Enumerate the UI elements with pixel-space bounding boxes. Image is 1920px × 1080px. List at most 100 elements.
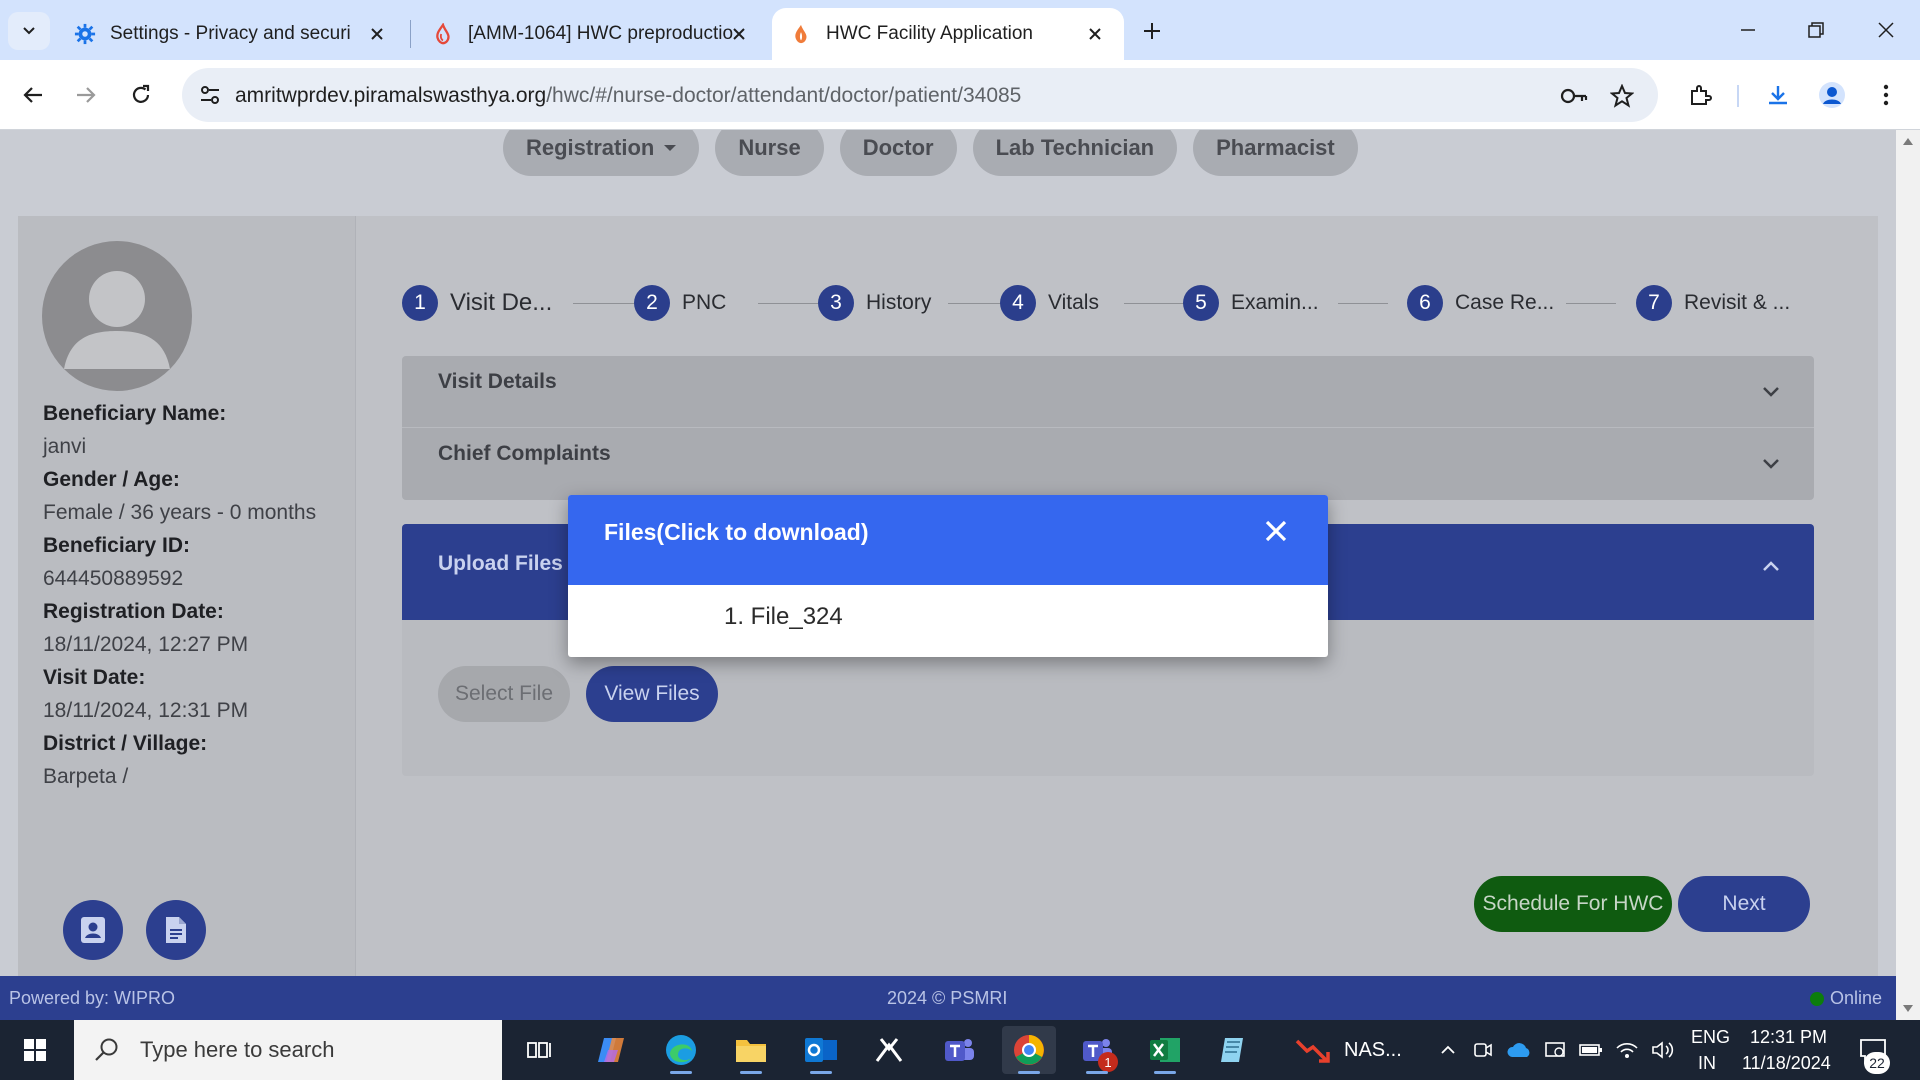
beneficiary-documents-button[interactable] — [146, 900, 206, 960]
windows-logo-icon — [24, 1039, 46, 1061]
minimize-icon — [1741, 29, 1755, 31]
search-placeholder: Type here to search — [140, 1037, 335, 1062]
show-hidden-icons-button[interactable] — [1435, 1038, 1461, 1062]
taskbar-app-snipping[interactable] — [862, 1026, 916, 1074]
beneficiary-profile-button[interactable] — [63, 900, 123, 960]
role-tab-lab-technician[interactable]: Lab Technician — [972, 130, 1178, 176]
start-button[interactable] — [8, 1026, 62, 1074]
forward-button[interactable] — [66, 75, 106, 115]
taskbar-excel[interactable] — [1138, 1026, 1192, 1074]
role-tab-doctor[interactable]: Doctor — [839, 130, 957, 176]
tab-jira[interactable]: [AMM-1064] HWC preproductio — [414, 8, 768, 60]
new-tab-button[interactable] — [1133, 12, 1171, 50]
gear-icon — [74, 23, 96, 45]
step-case-record[interactable]: 6 Case Re... — [1407, 285, 1554, 321]
role-tab-nurse[interactable]: Nurse — [715, 130, 824, 176]
url-host: amritwprdev.piramalswasthya.org — [235, 84, 547, 107]
caret-down-icon — [664, 145, 677, 151]
minimize-button[interactable] — [1726, 10, 1770, 50]
battery-tray-icon[interactable] — [1578, 1038, 1604, 1062]
step-revisit[interactable]: 7 Revisit & ... — [1636, 285, 1790, 321]
tab-hwc-facility[interactable]: HWC Facility Application — [772, 8, 1124, 60]
excel-icon — [1150, 1038, 1180, 1062]
close-window-button[interactable] — [1864, 10, 1908, 50]
taskbar-stock-widget[interactable] — [1286, 1026, 1340, 1074]
stepper-connector — [1566, 303, 1616, 304]
hwc-application-page: Registration Nurse Doctor Lab Technician… — [0, 130, 1896, 1020]
toolbar-separator — [1737, 85, 1739, 107]
role-tab-registration[interactable]: Registration — [503, 130, 700, 176]
step-visit-details[interactable]: 1 Visit De... — [402, 285, 552, 321]
step-label: Revisit & ... — [1684, 291, 1791, 314]
taskbar-copilot[interactable] — [584, 1026, 638, 1074]
site-settings-icon[interactable] — [198, 83, 222, 107]
restore-button[interactable] — [1794, 10, 1838, 50]
running-indicator — [740, 1071, 762, 1074]
scroll-down-arrow-icon[interactable] — [1903, 1005, 1913, 1012]
taskbar-edge[interactable] — [654, 1026, 708, 1074]
file-download-link[interactable]: 1. File_324 — [724, 603, 843, 631]
reload-button[interactable] — [121, 75, 161, 115]
step-examination[interactable]: 5 Examin... — [1183, 285, 1319, 321]
close-dialog-button[interactable] — [1258, 513, 1294, 549]
connection-status: Online — [1809, 988, 1882, 1009]
taskbar-notepad[interactable] — [1206, 1026, 1260, 1074]
extensions-button[interactable] — [1680, 75, 1720, 115]
downloads-button[interactable] — [1758, 75, 1798, 115]
network-tray-icon[interactable] — [1614, 1038, 1640, 1062]
taskbar-outlook[interactable] — [794, 1026, 848, 1074]
chevron-down-icon — [1762, 458, 1780, 470]
close-tab-icon[interactable] — [366, 23, 388, 45]
step-number: 2 — [634, 285, 670, 321]
next-button[interactable]: Next — [1678, 876, 1810, 932]
back-button[interactable] — [13, 75, 53, 115]
profile-avatar-icon — [1819, 82, 1845, 108]
accordion-chief-complaints[interactable]: Chief Complaints — [402, 428, 1814, 500]
step-pnc[interactable]: 2 PNC — [634, 285, 726, 321]
step-number: 6 — [1407, 285, 1443, 321]
meet-now-tray-icon[interactable] — [1470, 1038, 1496, 1062]
task-view-button[interactable] — [512, 1026, 566, 1074]
scroll-up-arrow-icon[interactable] — [1903, 138, 1913, 145]
schedule-for-hwc-button[interactable]: Schedule For HWC — [1474, 876, 1672, 932]
role-tab-pharmacist[interactable]: Pharmacist — [1193, 130, 1358, 176]
taskbar-file-explorer[interactable] — [724, 1026, 778, 1074]
step-history[interactable]: 3 History — [818, 285, 931, 321]
view-files-button[interactable]: View Files — [586, 666, 718, 722]
battery-icon — [1579, 1044, 1602, 1056]
clock-time[interactable]: 12:31 PM — [1750, 1027, 1827, 1048]
tab-search-button[interactable] — [8, 12, 50, 50]
taskbar-chrome[interactable] — [1002, 1026, 1056, 1074]
close-tab-icon[interactable] — [728, 23, 750, 45]
close-tab-icon[interactable] — [1084, 23, 1106, 45]
powered-by-text: Powered by: WIPRO — [9, 988, 176, 1008]
input-language[interactable]: ENG — [1691, 1027, 1730, 1048]
outlook-icon — [805, 1038, 837, 1062]
taskbar-teams-work[interactable]: 1 — [1070, 1026, 1124, 1074]
step-vitals[interactable]: 4 Vitals — [1000, 285, 1099, 321]
profile-button[interactable] — [1812, 75, 1852, 115]
browser-menu-button[interactable] — [1866, 75, 1906, 115]
address-bar[interactable]: amritwprdev.piramalswasthya.org/hwc/#/nu… — [182, 68, 1658, 122]
clock-date[interactable]: 11/18/2024 — [1742, 1053, 1831, 1074]
security-tray-icon[interactable] — [1542, 1038, 1568, 1062]
arrow-left-icon — [23, 87, 42, 103]
restore-icon — [1808, 22, 1824, 38]
input-region[interactable]: IN — [1698, 1053, 1716, 1074]
taskbar-search-box[interactable]: Type here to search — [74, 1020, 502, 1080]
page-scrollbar[interactable] — [1896, 130, 1920, 1020]
onedrive-tray-icon[interactable] — [1506, 1038, 1532, 1062]
step-label: Examin... — [1231, 291, 1319, 314]
beneficiary-panel: Beneficiary Name: janvi Gender / Age: Fe… — [18, 216, 356, 976]
beneficiary-avatar — [42, 241, 192, 391]
taskbar-teams[interactable] — [932, 1026, 986, 1074]
bookmark-star-icon[interactable] — [1608, 82, 1636, 110]
volume-tray-icon[interactable] — [1650, 1038, 1676, 1062]
running-indicator — [1086, 1071, 1108, 1074]
select-file-button[interactable]: Select File — [438, 666, 570, 722]
accordion-visit-details[interactable]: Visit Details — [402, 356, 1814, 428]
tab-settings[interactable]: Settings - Privacy and security — [56, 8, 406, 60]
folder-icon — [736, 1040, 766, 1062]
gender-age-value: Female / 36 years - 0 months — [43, 501, 317, 524]
password-key-icon[interactable] — [1560, 82, 1588, 110]
